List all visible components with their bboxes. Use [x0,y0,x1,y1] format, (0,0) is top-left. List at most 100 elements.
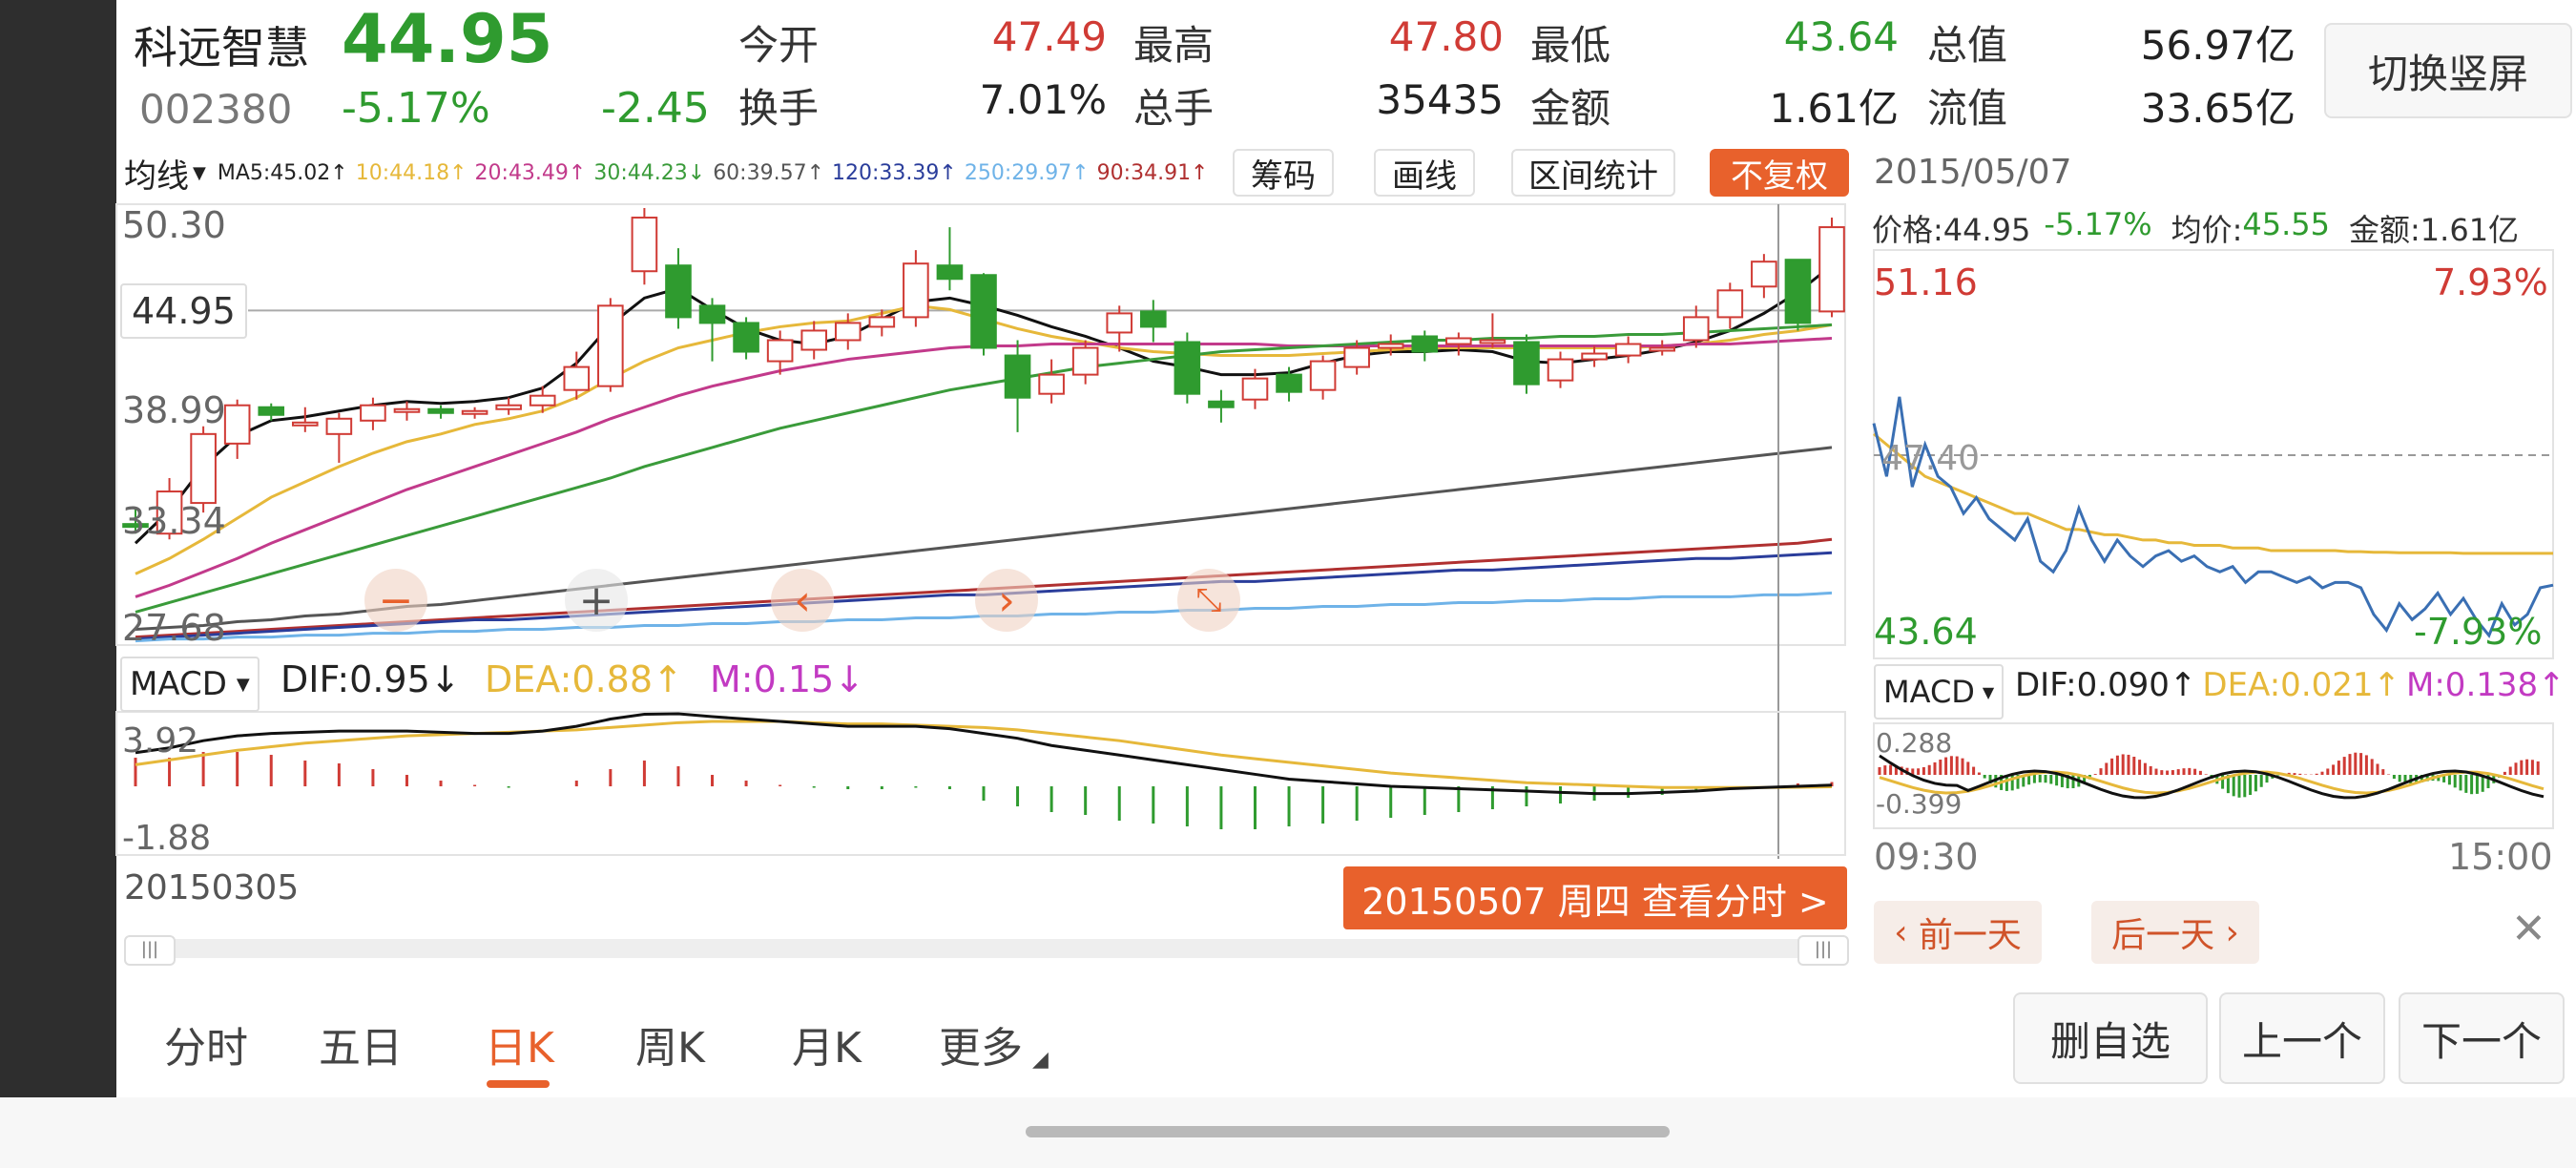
candle-body [1309,360,1337,391]
candle-body [1276,373,1302,393]
kline-y-label-bottom: 27.68 [122,607,226,649]
candle-body [970,274,997,349]
candle-body [563,365,591,391]
chevron-down-icon: ▼ [236,674,250,695]
candle-body [903,262,929,319]
candle-body [1513,341,1540,386]
kline-y-label-3: 38.99 [122,389,226,431]
tab-monthly-k[interactable]: 月K [792,1013,862,1074]
candle-body [529,394,556,407]
intraday-macd-dea: DEA:0.021↑ [2202,666,2401,704]
tab-more[interactable]: 更多 [939,1013,1023,1074]
candle-body [733,322,759,353]
candle-body [1445,337,1472,345]
intraday-mid: 47.40 [1881,439,1981,478]
candle-body [1071,346,1099,376]
more-arrow-icon: ◢ [1032,1048,1049,1072]
view-intraday-button[interactable]: 20150507 周四 查看分时 > [1343,866,1847,929]
intraday-macd-selector[interactable]: MACD ▼ [1874,664,2005,720]
candle-body [1682,316,1710,342]
candle-body [495,404,522,410]
tab-weekly-k[interactable]: 周K [635,1013,705,1074]
previous-stock-button[interactable]: 上一个 [2219,992,2385,1084]
intraday-avg: 45.55 [2242,206,2331,242]
intraday-pct: -5.17% [2044,206,2152,242]
next-stock-button[interactable]: 下一个 [2399,992,2565,1084]
macd-dea: DEA:0.88↑ [485,658,683,700]
candle-body [597,304,624,387]
tab-intraday[interactable]: 分时 [164,1013,248,1074]
zoom-in-icon[interactable]: + [565,569,628,632]
intraday-info: 价格:44.95 -5.17% 均价: 45.55 金额:1.61亿 [1872,206,2519,250]
kline-start-date: 20150305 [124,868,300,907]
intraday-price-line [1872,396,2554,638]
intraday-avg-label: 均价: [2171,212,2243,248]
macd-dif-line [135,712,1833,796]
kline-y-label-top: 50.30 [122,204,226,246]
candle-body [665,264,692,319]
intraday-macd-selector-label: MACD [1883,674,1975,710]
scroll-handle-left[interactable]: ||| [124,935,176,966]
candle-body [868,316,896,328]
collapse-icon[interactable]: ⤡ [1177,569,1240,632]
remove-watchlist-button[interactable]: 删自选 [2013,992,2208,1084]
candle-body [1649,346,1676,352]
macd-dif: DIF:0.95↓ [280,658,461,700]
intraday-price: 价格:44.95 [1872,212,2031,248]
next-day-button[interactable]: 后一天 › [2091,901,2259,964]
candle-body [1547,358,1574,382]
chart-scrollbar-track[interactable] [124,939,1845,958]
candle-body [1614,343,1642,357]
tab-five-day[interactable]: 五日 [319,1013,403,1074]
candle-body [936,264,964,281]
candle-body [325,417,353,435]
pan-left-icon[interactable]: ‹ [771,569,834,632]
candle-body [834,322,862,342]
close-icon[interactable]: ✕ [2511,905,2546,953]
scroll-handle-right[interactable]: ||| [1797,935,1849,966]
candle-body [1377,343,1404,349]
candle-body [766,339,794,363]
macd-m: M:0.15↓ [710,658,865,700]
candle-body [258,406,285,416]
next-day-label: 后一天 [2111,916,2215,955]
current-price-label: 44.95 [120,283,247,339]
intraday-macd-bottom: -0.399 [1876,788,1963,820]
candle-body [1004,354,1031,399]
candle-body [1139,310,1167,328]
kline-y-label-4: 33.34 [122,500,226,542]
chevron-right-icon: › [2214,912,2239,952]
tab-daily-k[interactable]: 日K [485,1013,554,1074]
candle-body [1818,226,1845,313]
intraday-high: 51.16 [1874,261,1978,303]
intraday-low-pct: -7.93% [2414,611,2543,653]
prev-day-button[interactable]: ‹ 前一天 [1874,901,2042,964]
macd-selector[interactable]: MACD ▼ [120,657,260,712]
chevron-left-icon: ‹ [1894,912,1919,952]
candle-body [360,404,386,422]
macd-y-bottom: -1.88 [122,819,212,858]
ma-line-ma20 [135,336,1833,598]
candle-body [427,407,454,414]
intraday-time-start: 09:30 [1874,836,1979,878]
intraday-high-pct: 7.93% [2433,261,2548,303]
zoom-out-icon[interactable]: − [364,569,427,632]
intraday-date: 2015/05/07 [1874,153,2072,192]
candle-body [291,421,319,427]
candle-body [393,407,421,413]
candle-body [1241,377,1269,401]
pan-right-icon[interactable]: › [975,569,1038,632]
candle-body [1581,352,1608,361]
candle-body [190,432,217,505]
intraday-low: 43.64 [1874,611,1978,653]
candle-body [461,409,488,415]
intraday-macd-values: DIF:0.090↑ DEA:0.021↑ M:0.138↑ [2015,666,2566,704]
active-tab-indicator [487,1080,550,1088]
candle-body [1343,346,1370,368]
intraday-macd-top: 0.288 [1876,727,1953,759]
intraday-macd-dif: DIF:0.090↑ [2015,666,2197,704]
intraday-macd-m: M:0.138↑ [2406,666,2566,704]
candle-body [800,329,828,351]
intraday-time-end: 15:00 [2448,836,2553,878]
intraday-amount: 金额:1.61亿 [2349,212,2520,248]
